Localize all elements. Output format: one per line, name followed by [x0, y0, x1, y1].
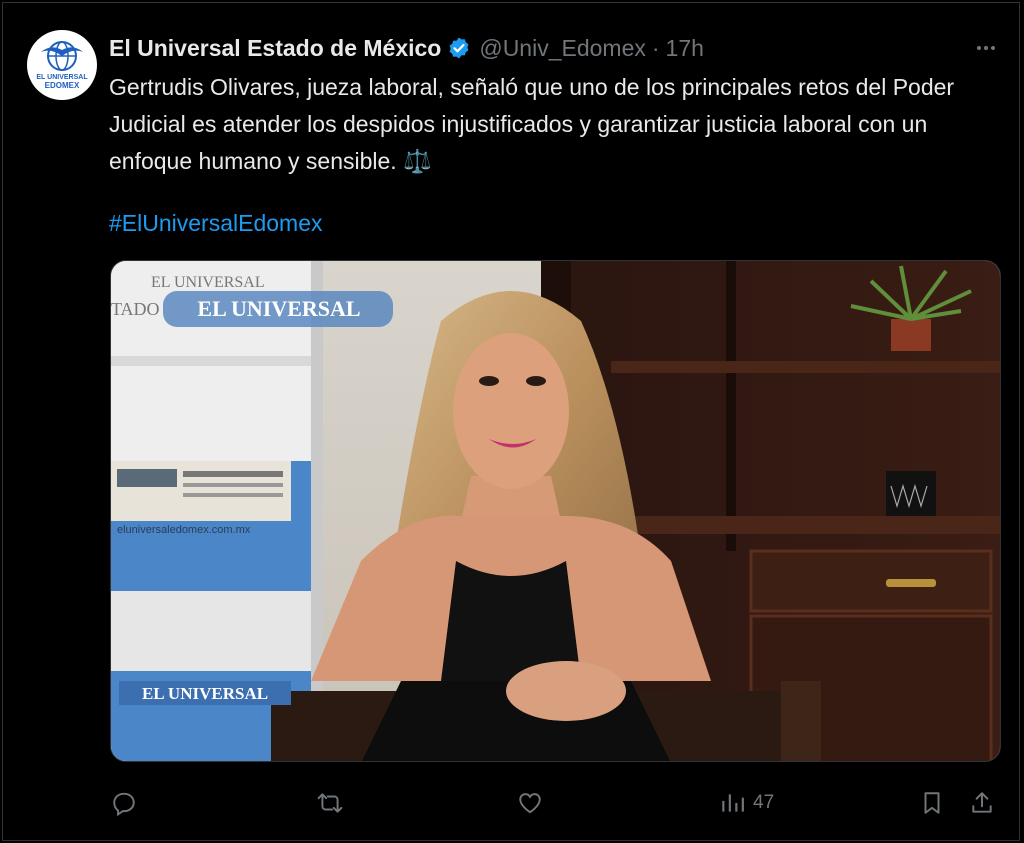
avatar[interactable]: EL UNIVERSAL EDOMEX — [27, 30, 97, 100]
video-sign-top: EL UNIVERSAL — [151, 274, 265, 291]
reply-icon — [113, 792, 135, 816]
display-name[interactable]: El Universal Estado de México — [109, 35, 441, 62]
timestamp[interactable]: 17h — [666, 35, 704, 62]
video-media[interactable]: EL UNIVERSAL EL UNIVERSAL TADO elunivers… — [110, 260, 1001, 762]
like-button[interactable] — [517, 783, 543, 823]
video-sign-fragment: TADO — [111, 299, 160, 319]
views-icon — [722, 794, 744, 812]
tweet-card[interactable]: EL UNIVERSAL EDOMEX El Universal Estado … — [2, 2, 1020, 841]
avatar-label: EL UNIVERSAL EDOMEX — [27, 74, 97, 90]
heart-icon — [519, 793, 541, 814]
handle[interactable]: @Univ_Edomex — [479, 35, 646, 62]
tweet-header: El Universal Estado de México @Univ_Edom… — [109, 31, 999, 65]
views-button[interactable]: 47 — [719, 783, 774, 823]
share-icon — [972, 792, 992, 813]
bookmark-button[interactable] — [919, 783, 945, 823]
share-button[interactable] — [969, 783, 995, 823]
avatar-label-line2: EDOMEX — [44, 81, 80, 90]
views-count: 47 — [753, 792, 775, 813]
reply-button[interactable] — [111, 783, 137, 823]
video-banner-text: EL UNIVERSAL — [197, 296, 360, 321]
verified-badge-icon[interactable] — [447, 36, 471, 60]
repost-button[interactable] — [317, 783, 343, 823]
video-website-text: eluniversaledomex.com.mx — [117, 524, 251, 536]
hashtag-link[interactable]: #ElUniversalEdomex — [109, 205, 322, 242]
video-bottom-logo: EL UNIVERSAL — [142, 684, 268, 703]
retweet-icon — [317, 793, 343, 813]
more-icon — [977, 46, 995, 50]
more-options-button[interactable] — [971, 33, 1001, 63]
action-bar: 47 — [3, 783, 1024, 823]
bookmark-icon — [924, 792, 940, 814]
separator-dot: · — [651, 34, 660, 61]
tweet-text: Gertrudis Olivares, jueza laboral, señal… — [109, 74, 955, 174]
video-frame-image: EL UNIVERSAL EL UNIVERSAL TADO elunivers… — [111, 261, 1000, 761]
